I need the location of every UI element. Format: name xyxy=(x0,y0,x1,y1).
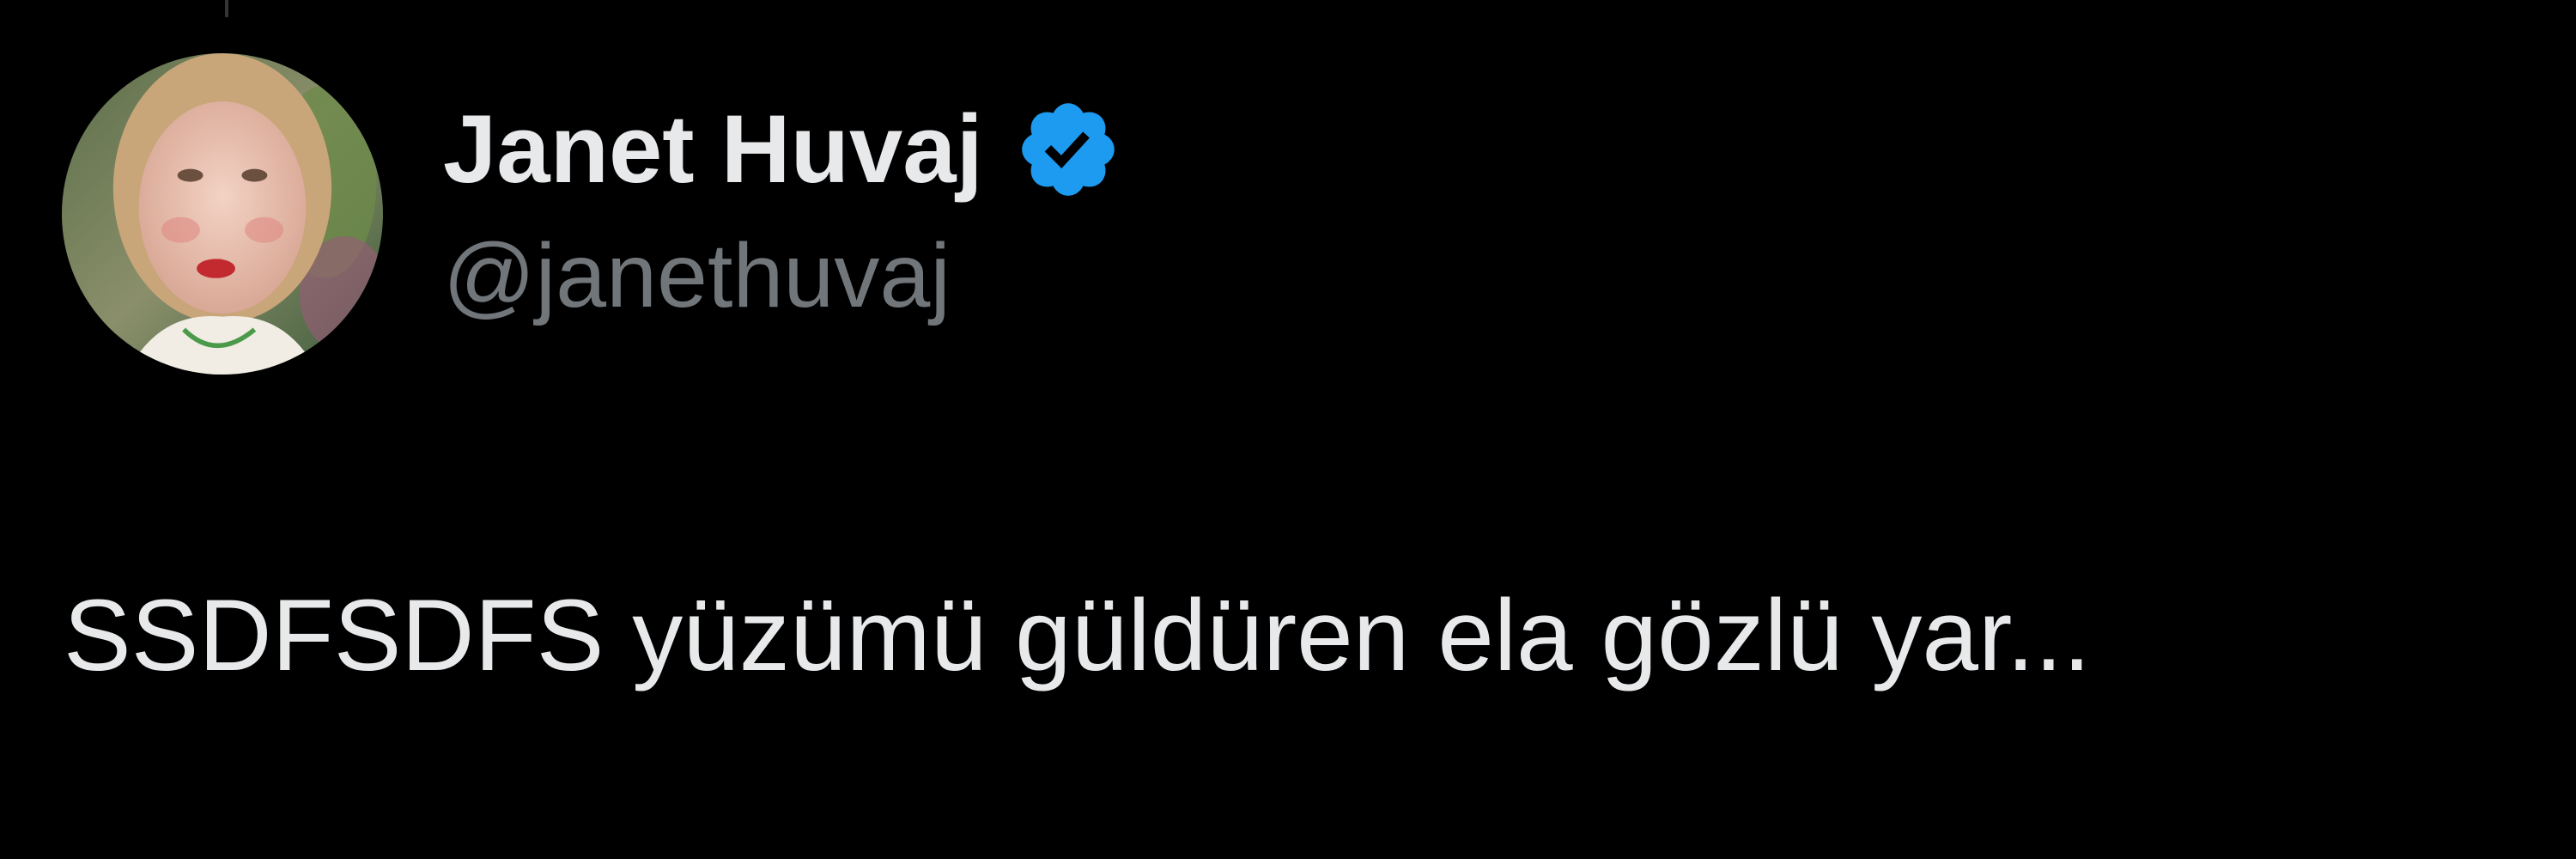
author-handle[interactable]: @janethuvaj xyxy=(443,230,951,321)
author-name-row: Janet Huvaj xyxy=(443,89,1122,210)
tweet-text: SSDFSDFS yüzümü güldüren ela gözlü yar..… xyxy=(64,579,2092,692)
tweet-card[interactable]: Janet Huvaj @janethuvaj SSDFSDFS yüzümü … xyxy=(0,0,2576,859)
avatar[interactable] xyxy=(62,53,383,375)
verified-badge-icon xyxy=(1014,95,1122,204)
author-display-name[interactable]: Janet Huvaj xyxy=(443,101,983,198)
avatar-image xyxy=(62,53,383,375)
thread-connector-line xyxy=(225,0,228,17)
